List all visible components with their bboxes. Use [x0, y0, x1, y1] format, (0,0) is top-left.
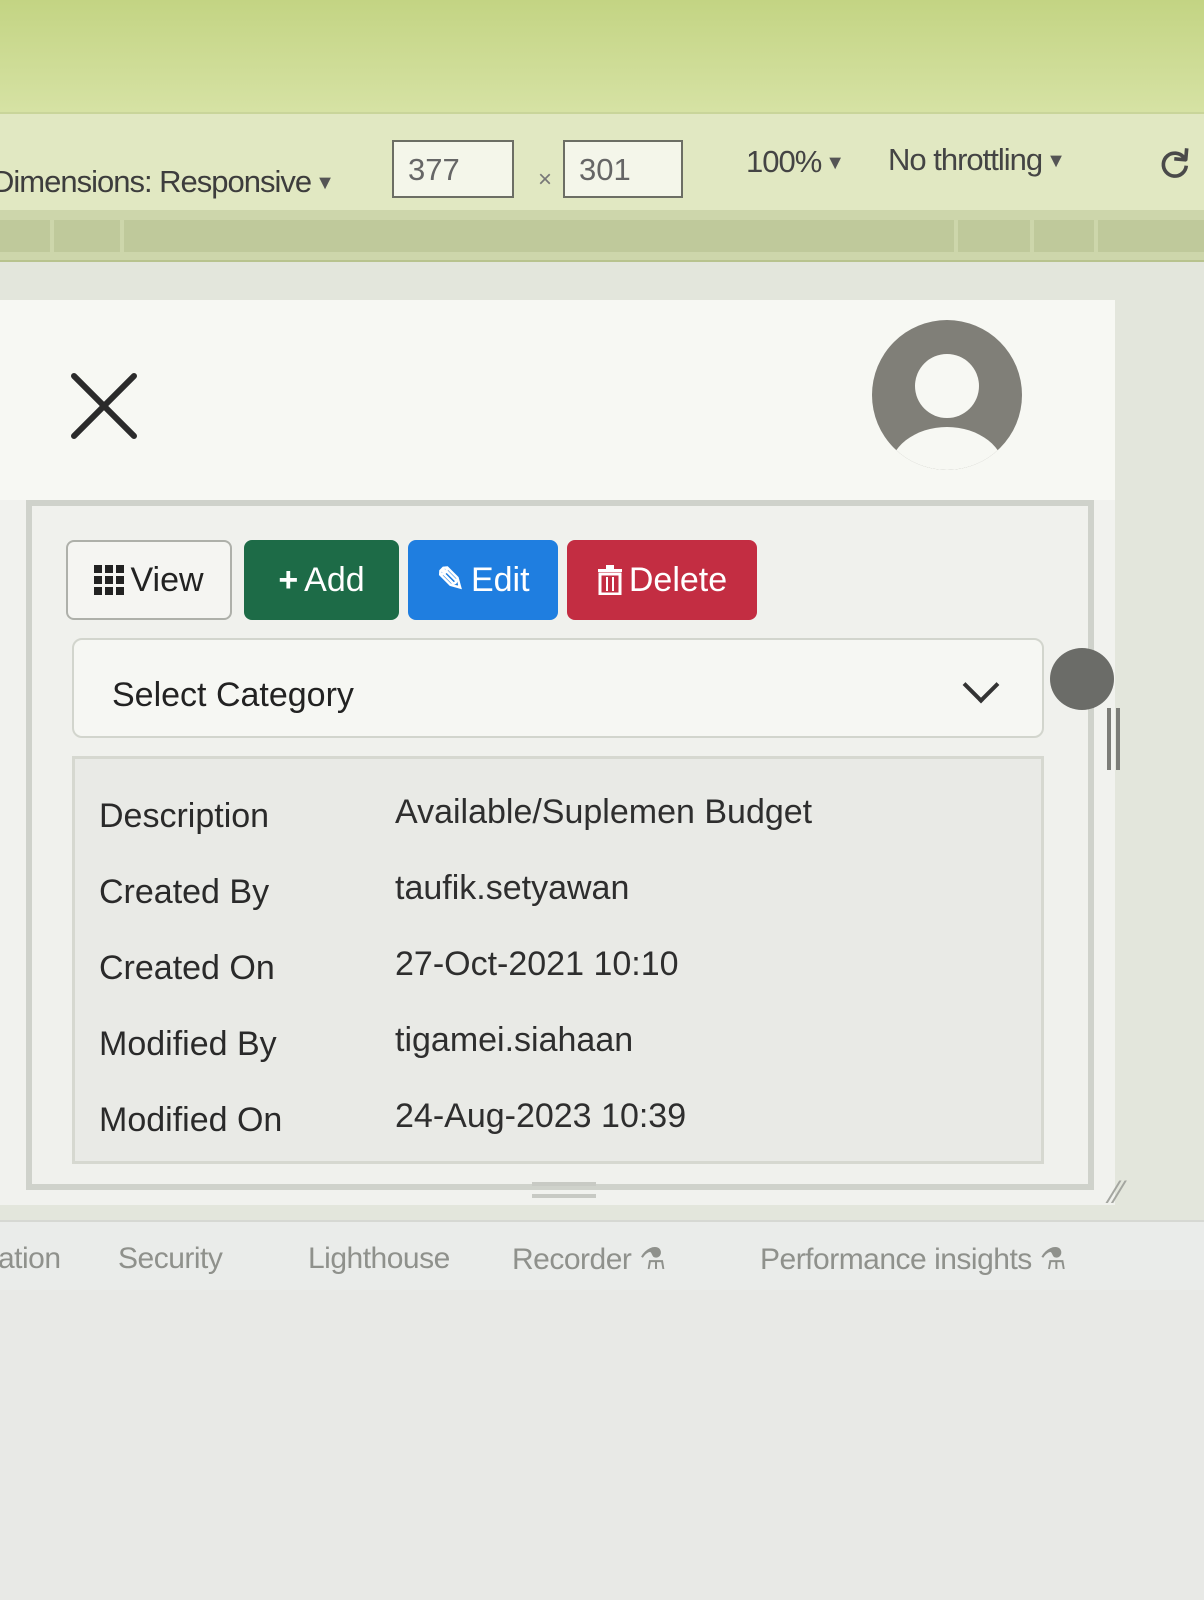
tab-performance-insights[interactable]: Performance insights ⚗ [760, 1242, 1067, 1277]
detail-value: 27-Oct-2021 10:10 [395, 945, 679, 983]
caret-down-icon: ▼ [1046, 150, 1066, 172]
detail-row-created-by: Created By taufik.setyawan [75, 855, 1041, 931]
times-sign: × [538, 166, 553, 193]
detail-value: taufik.setyawan [395, 869, 630, 907]
ruler-segment[interactable] [1034, 220, 1094, 252]
pencil-icon: ✎ [436, 561, 465, 599]
detail-key: Modified On [99, 1101, 283, 1139]
browser-top-band [0, 0, 1204, 112]
dimensions-dropdown[interactable]: Dimensions: Responsive ▼ [0, 164, 335, 200]
detail-row-modified-on: Modified On 24-Aug-2023 10:39 [75, 1083, 1041, 1159]
detail-value: 24-Aug-2023 10:39 [395, 1097, 687, 1135]
devtools-panel-tabs: ation Security Lighthouse Recorder ⚗ Per… [0, 1220, 1204, 1290]
category-select-value: Select Category [112, 676, 354, 714]
caret-down-icon: ▼ [315, 172, 335, 194]
category-select[interactable]: Select Category [72, 638, 1044, 738]
view-button-label: View [130, 560, 204, 599]
view-button[interactable]: View [66, 540, 232, 620]
user-avatar-icon[interactable] [872, 320, 1022, 470]
ruler-segment[interactable] [0, 220, 50, 252]
corner-resize-icon[interactable]: ⁄⁄ [1112, 1174, 1123, 1211]
trash-icon [597, 565, 622, 595]
ruler-segment[interactable] [1098, 220, 1204, 252]
device-toolbar: Dimensions: Responsive ▼ 377 × 301 100% ▼ … [0, 112, 1204, 210]
devtools-panel-body [0, 1290, 1204, 1600]
avatar-body [889, 427, 1005, 470]
edit-button[interactable]: ✎ Edit [408, 540, 558, 620]
throttling-dropdown[interactable]: No throttling ▼ [888, 142, 1066, 178]
throttling-value: No throttling [888, 142, 1043, 177]
details-panel: Description Available/Suplemen Budget Cr… [72, 756, 1044, 1164]
zoom-value: 100% [746, 144, 822, 179]
detail-key: Modified By [99, 1025, 277, 1063]
close-icon[interactable] [68, 370, 140, 442]
delete-button-label: Delete [628, 560, 728, 599]
caret-down-icon: ▼ [825, 152, 845, 174]
ruler-segment[interactable] [958, 220, 1030, 252]
tab-lighthouse[interactable]: Lighthouse [308, 1242, 450, 1276]
detail-key: Created By [99, 873, 270, 911]
scrollbar-track[interactable] [1116, 708, 1120, 770]
detail-value: Available/Suplemen Budget [395, 793, 813, 831]
width-input[interactable]: 377 [392, 140, 514, 198]
screenshot: Dimensions: Responsive ▼ 377 × 301 100% ▼ … [0, 0, 1204, 1600]
detail-row-description: Description Available/Suplemen Budget [75, 779, 1041, 855]
zoom-dropdown[interactable]: 100% ▼ [746, 144, 845, 180]
delete-button[interactable]: Delete [567, 540, 757, 620]
add-button-label: Add [304, 560, 365, 599]
scrollbar-thumb[interactable] [1050, 648, 1114, 710]
detail-key: Created On [99, 949, 275, 987]
responsive-viewport: View + Add ✎ Edit Delete Select Category… [0, 300, 1115, 1205]
media-query-ruler [0, 210, 1204, 262]
height-input[interactable]: 301 [563, 140, 683, 198]
plus-icon: + [278, 560, 299, 599]
tab-security[interactable]: Security [118, 1242, 223, 1276]
dimensions-label: Dimensions: Responsive [0, 164, 312, 199]
edit-button-label: Edit [470, 560, 530, 599]
add-button[interactable]: + Add [244, 540, 399, 620]
detail-row-created-on: Created On 27-Oct-2021 10:10 [75, 931, 1041, 1007]
scrollbar-track[interactable] [1107, 708, 1111, 770]
chevron-down-icon [962, 666, 1000, 704]
detail-row-modified-by: Modified By tigamei.siahaan [75, 1007, 1041, 1083]
tab-application[interactable]: ation [0, 1242, 61, 1276]
detail-value: tigamei.siahaan [395, 1021, 634, 1059]
grid-icon [94, 565, 125, 595]
viewport-resize-handle[interactable] [532, 1182, 596, 1198]
detail-key: Description [99, 797, 270, 835]
tab-recorder[interactable]: Recorder ⚗ [512, 1242, 666, 1277]
detail-card: View + Add ✎ Edit Delete Select Category… [26, 500, 1094, 1190]
avatar-head [915, 354, 979, 418]
ruler-segment[interactable] [54, 220, 120, 252]
rotate-icon[interactable]: ⟳ [1148, 132, 1204, 195]
app-header [0, 300, 1115, 500]
ruler-segment[interactable] [124, 220, 954, 252]
